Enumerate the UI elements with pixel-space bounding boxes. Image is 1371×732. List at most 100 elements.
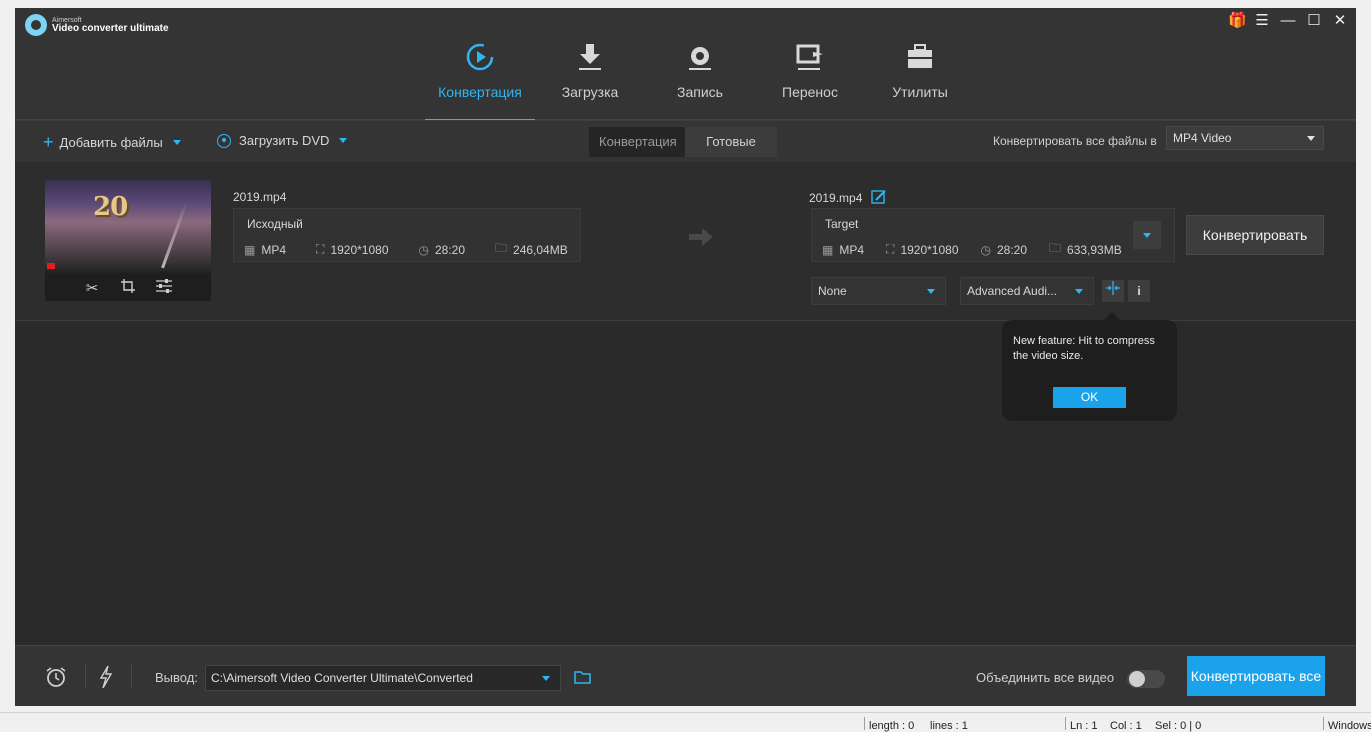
open-folder-icon[interactable] [574, 669, 592, 685]
output-format-value: MP4 Video [1173, 131, 1232, 145]
video-thumbnail: 20 ✂ [45, 180, 211, 301]
folder-icon: 🗀 [495, 241, 508, 255]
header: Aimersoft Video converter ultimate 🎁 ☰ —… [15, 8, 1356, 121]
minimize-icon[interactable]: — [1280, 12, 1296, 30]
source-header: Исходный [247, 217, 303, 231]
target-size: 633,93MB [1067, 242, 1122, 257]
tab-transfer-label: Перенос [782, 84, 838, 100]
load-dvd-button[interactable]: Загрузить DVD [217, 133, 348, 148]
download-icon [577, 40, 603, 74]
tab-toolbox[interactable]: Утилиты [865, 8, 975, 120]
menu-icon[interactable]: ☰ [1254, 12, 1270, 30]
chevron-down-icon [542, 676, 550, 681]
tab-convert[interactable]: Конвертация [425, 8, 535, 121]
plus-icon: + [43, 132, 54, 152]
edit-tools: ✂ [45, 279, 211, 297]
tab-convert-label: Конвертация [438, 84, 522, 100]
target-header: Target [825, 217, 859, 231]
app-name: Video converter ultimate [52, 22, 169, 34]
output-path-select[interactable]: C:\Aimersoft Video Converter Ultimate\Co… [205, 665, 561, 691]
output-label: Вывод: [155, 670, 198, 685]
add-files-label: Добавить файлы [59, 134, 163, 150]
crop-icon[interactable] [120, 279, 136, 297]
target-settings-dropdown[interactable] [1133, 221, 1161, 249]
maximize-icon[interactable]: ☐ [1306, 12, 1322, 30]
status-segmented-control: Конвертация Готовые [589, 127, 777, 157]
resolution-icon: ⛶ [316, 242, 325, 256]
segment-converting[interactable]: Конвертация [589, 127, 685, 157]
subtitle-select-value: None [818, 284, 847, 298]
transfer-icon [795, 40, 825, 74]
source-format: MP4 [261, 242, 287, 257]
status-ln: Ln : 1 [1070, 720, 1098, 732]
chevron-down-icon[interactable] [339, 138, 348, 143]
output-format-select[interactable]: MP4 Video [1166, 126, 1324, 150]
editor-status-bar: length : 0 lines : 1 Ln : 1 Col : 1 Sel … [0, 712, 1371, 732]
scissors-icon[interactable]: ✂ [84, 279, 100, 297]
audio-select-value: Advanced Audi... [967, 284, 1058, 298]
tooltip-message: New feature: Hit to compress the video s… [1013, 335, 1155, 362]
chevron-down-icon [1307, 136, 1315, 141]
ok-button[interactable]: OK [1053, 387, 1126, 408]
merge-toggle[interactable] [1127, 670, 1165, 688]
target-format: MP4 [839, 242, 865, 257]
arrow-right-icon [689, 228, 713, 246]
record-badge-icon [47, 263, 55, 269]
merge-label: Объединить все видео [976, 670, 1115, 685]
effects-icon[interactable] [156, 279, 172, 297]
gift-icon[interactable]: 🎁 [1228, 12, 1247, 30]
tab-download-label: Загрузка [561, 84, 619, 100]
tab-download[interactable]: Загрузка [535, 8, 645, 120]
info-button[interactable]: i [1128, 280, 1150, 302]
film-icon: ▦ [244, 242, 256, 257]
segment-done[interactable]: Готовые [685, 127, 777, 157]
convert-button[interactable]: Конвертировать [1186, 215, 1324, 255]
bottom-bar: Вывод: C:\Aimersoft Video Converter Ulti… [15, 645, 1356, 706]
load-dvd-label: Загрузить DVD [239, 133, 330, 148]
chevron-down-icon[interactable] [172, 139, 181, 145]
file-item: 20 ✂ 2019.mp4 Исходный ▦ MP4 ⛶ 1920*1080 ◷… [15, 163, 1356, 321]
target-resolution: 1920*1080 [900, 242, 959, 257]
tab-toolbox-label: Утилиты [892, 84, 948, 100]
status-col: Col : 1 [1110, 720, 1142, 732]
convert-all-button[interactable]: Конвертировать все [1187, 656, 1325, 696]
status-eol: Windows [1328, 720, 1371, 732]
record-icon [687, 40, 713, 74]
subtitle-select[interactable]: None [811, 277, 946, 305]
tab-record[interactable]: Запись [645, 8, 755, 120]
app-logo: Aimersoft Video converter ultimate [25, 14, 169, 36]
clock-icon: ◷ [418, 242, 429, 257]
target-info-box: Target ▦ MP4 ⛶ 1920*1080 ◷ 28:20 🗀 633,93MB [811, 208, 1175, 262]
target-duration: 28:20 [996, 242, 1028, 257]
lightning-icon[interactable] [99, 665, 113, 693]
status-lines: lines : 1 [930, 720, 968, 732]
info-icon: i [1137, 284, 1141, 298]
close-icon[interactable]: ✕ [1332, 12, 1348, 30]
film-reel-icon [25, 14, 47, 36]
output-path-value: C:\Aimersoft Video Converter Ultimate\Co… [211, 671, 473, 685]
thumbnail-image[interactable]: 20 [45, 180, 211, 273]
folder-icon: 🗀 [1049, 241, 1062, 255]
audio-select[interactable]: Advanced Audi... [960, 277, 1094, 305]
source-info-box: Исходный ▦ MP4 ⛶ 1920*1080 ◷ 28:20 🗀 246,04M… [233, 208, 581, 262]
tab-transfer[interactable]: Перенос [755, 8, 865, 120]
toolbox-icon [905, 40, 935, 74]
film-icon: ▦ [822, 242, 834, 257]
app-window: Aimersoft Video converter ultimate 🎁 ☰ —… [15, 8, 1356, 706]
status-length: length : 0 [869, 720, 915, 732]
resolution-icon: ⛶ [886, 242, 895, 256]
tab-record-label: Запись [677, 84, 723, 100]
add-files-button[interactable]: + Добавить файлы [43, 133, 181, 151]
thumbnail-logo: 20 [93, 192, 128, 222]
compress-icon [1106, 281, 1120, 295]
window-controls: 🎁 ☰ — ☐ ✕ [1228, 12, 1348, 30]
source-size: 246,04MB [513, 242, 568, 257]
convert-all-to-label: Конвертировать все файлы в [993, 134, 1157, 148]
alarm-clock-icon[interactable] [45, 666, 67, 693]
source-file-name: 2019.mp4 [233, 190, 287, 204]
source-duration: 28:20 [434, 242, 466, 257]
edit-icon[interactable] [871, 189, 887, 205]
toolbar: + Добавить файлы Загрузить DVD Конвертац… [15, 120, 1356, 162]
disc-icon [217, 133, 231, 148]
compress-button[interactable] [1102, 280, 1124, 302]
